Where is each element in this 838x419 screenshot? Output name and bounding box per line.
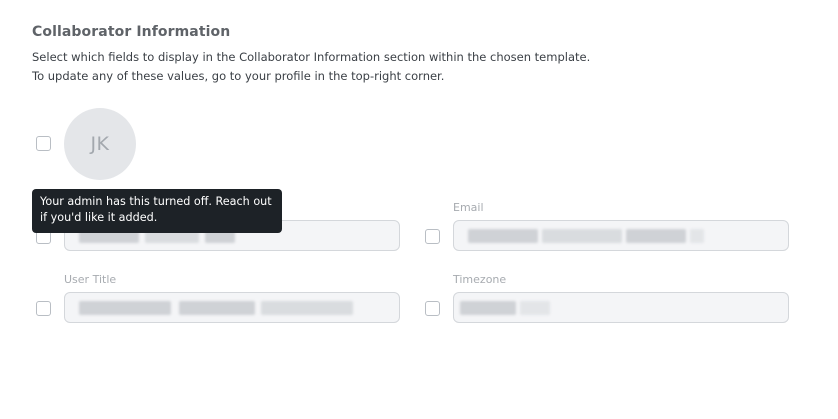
timezone-label: Timezone — [453, 273, 507, 286]
redacted-value — [690, 229, 704, 243]
timezone-field[interactable] — [453, 292, 789, 323]
redacted-value — [79, 301, 171, 315]
email-checkbox[interactable] — [425, 229, 440, 244]
tooltip-line2: if you'd like it added. — [40, 211, 158, 224]
avatar-initials: JK — [90, 133, 110, 155]
redacted-value — [261, 301, 353, 315]
section-description-line1: Select which fields to display in the Co… — [32, 50, 591, 64]
section-title: Collaborator Information — [32, 24, 231, 40]
avatar: JK — [64, 108, 136, 180]
section-description-line2: To update any of these values, go to you… — [32, 69, 445, 83]
redacted-value — [626, 229, 686, 243]
user-title-label: User Title — [64, 273, 117, 286]
email-label: Email — [453, 201, 484, 214]
tooltip: Your admin has this turned off. Reach ou… — [32, 189, 282, 233]
redacted-value — [520, 301, 550, 315]
avatar-checkbox[interactable] — [36, 136, 51, 151]
email-field[interactable] — [453, 220, 789, 251]
redacted-value — [542, 229, 622, 243]
user-title-checkbox[interactable] — [36, 301, 51, 316]
tooltip-line1: Your admin has this turned off. Reach ou… — [40, 195, 272, 208]
redacted-value — [468, 229, 538, 243]
user-title-field[interactable] — [64, 292, 400, 323]
redacted-value — [460, 301, 516, 315]
timezone-checkbox[interactable] — [425, 301, 440, 316]
redacted-value — [179, 301, 255, 315]
